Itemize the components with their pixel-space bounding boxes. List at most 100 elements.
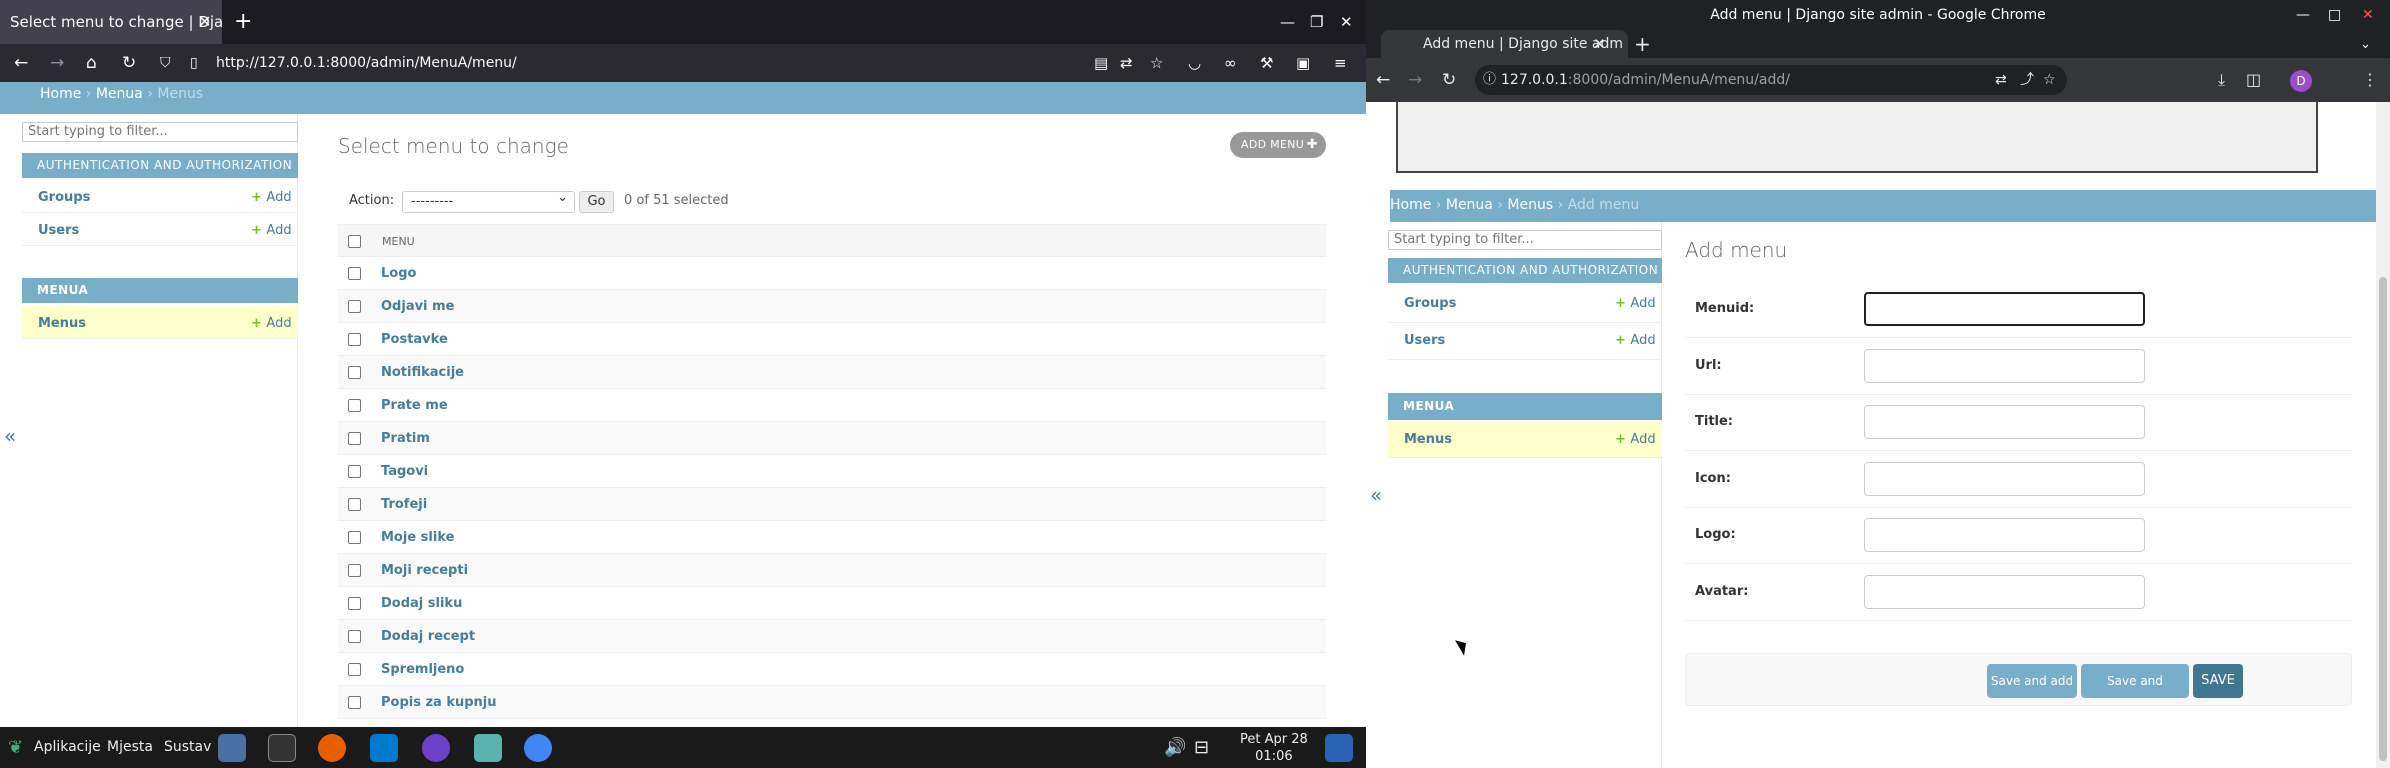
- row-checkbox[interactable]: [348, 630, 361, 643]
- reader-view-icon[interactable]: ▤: [1094, 44, 1108, 82]
- omnibox[interactable]: ⓘ 127.0.0.1:8000/admin/MenuA/menu/add/ ⇄…: [1475, 65, 2067, 95]
- row-link[interactable]: Odjavi me: [381, 299, 454, 314]
- chrome-icon[interactable]: [524, 734, 552, 762]
- shield-icon[interactable]: ⛉: [160, 44, 171, 82]
- add-menu-button[interactable]: ADD MENU ✚: [1230, 132, 1326, 158]
- breadcrumb-app[interactable]: Menua: [1446, 197, 1493, 213]
- scrollbar-thumb[interactable]: [2379, 277, 2387, 761]
- row-checkbox[interactable]: [348, 465, 361, 478]
- row-checkbox[interactable]: [348, 399, 361, 412]
- maximize-icon[interactable]: □: [2328, 0, 2341, 30]
- browser-tab-active[interactable]: Select menu to change | Djan: [0, 0, 222, 44]
- row-link[interactable]: Postavke: [381, 332, 448, 347]
- sidebar-link-menus[interactable]: Menus: [38, 316, 86, 331]
- file-manager-icon[interactable]: [218, 734, 246, 762]
- close-window-icon[interactable]: ✕: [1340, 0, 1353, 44]
- row-checkbox[interactable]: [348, 696, 361, 709]
- tab-search-icon[interactable]: ⌄: [2360, 30, 2371, 60]
- bookmark-star-icon[interactable]: ☆: [2043, 65, 2056, 95]
- wrench-icon[interactable]: ⚒: [1260, 44, 1273, 82]
- browser-tab-active[interactable]: Add menu | Django site adm: [1381, 30, 1628, 58]
- add-menus-link[interactable]: Add: [251, 316, 291, 331]
- tab-close-icon[interactable]: ✕: [198, 0, 211, 44]
- back-icon[interactable]: ←: [1376, 58, 1390, 102]
- field-input[interactable]: [1864, 518, 2145, 552]
- tab-close-icon[interactable]: ✕: [1593, 30, 1606, 58]
- minimize-icon[interactable]: —: [1280, 0, 1295, 44]
- volume-icon[interactable]: 🔊: [1164, 727, 1186, 768]
- module-caption-menua[interactable]: MENUA: [1388, 393, 1662, 420]
- row-checkbox[interactable]: [348, 531, 361, 544]
- url-text[interactable]: 127.0.0.1:8000/admin/MenuA/menu/add/: [1501, 65, 1790, 95]
- nav-filter-input[interactable]: Start typing to filter...: [22, 122, 298, 142]
- reload-icon[interactable]: ↻: [1442, 58, 1456, 102]
- module-caption-auth[interactable]: AUTHENTICATION AND AUTHORIZATION: [1388, 258, 1662, 283]
- restore-icon[interactable]: ❐: [1310, 0, 1323, 44]
- row-checkbox[interactable]: [348, 267, 361, 280]
- row-link[interactable]: Notifikacije: [381, 365, 464, 380]
- new-tab-icon[interactable]: +: [234, 0, 252, 44]
- clock[interactable]: Pet Apr 28 01:06: [1240, 731, 1308, 765]
- save-and-add-another-button[interactable]: Save and add another: [1987, 664, 2077, 722]
- module-caption-auth[interactable]: AUTHENTICATION AND AUTHORIZATION: [22, 153, 298, 178]
- forward-icon[interactable]: →: [1408, 58, 1422, 102]
- add-menus-link[interactable]: Add: [1615, 432, 1655, 447]
- breadcrumb-home[interactable]: Home: [40, 86, 81, 102]
- sidebar-link-groups[interactable]: Groups: [38, 190, 90, 205]
- translate-icon[interactable]: ⇄: [1995, 65, 2007, 95]
- breadcrumb-app[interactable]: Menua: [96, 86, 143, 102]
- minimize-icon[interactable]: —: [2296, 0, 2310, 30]
- vscode-icon[interactable]: [370, 734, 398, 762]
- field-input[interactable]: [1864, 349, 2145, 383]
- row-link[interactable]: Logo: [381, 266, 416, 281]
- add-users-link[interactable]: Add: [1615, 333, 1655, 348]
- network-icon[interactable]: ⊟: [1194, 727, 1209, 768]
- extension-mask-icon[interactable]: ∞: [1224, 44, 1237, 82]
- github-desktop-icon[interactable]: [422, 734, 450, 762]
- sidebar-collapse-button[interactable]: «: [4, 424, 16, 448]
- menu-icon[interactable]: ≡: [1334, 44, 1347, 82]
- row-link[interactable]: Spremljeno: [381, 662, 464, 677]
- close-window-icon[interactable]: ✕: [2362, 0, 2374, 30]
- reload-icon[interactable]: ↻: [122, 44, 136, 82]
- field-input[interactable]: [1864, 575, 2145, 609]
- url-bar[interactable]: http://127.0.0.1:8000/admin/MenuA/menu/: [216, 44, 517, 82]
- sidebar-link-users[interactable]: Users: [1404, 333, 1445, 348]
- row-checkbox[interactable]: [348, 498, 361, 511]
- sidebar-link-menus[interactable]: Menus: [1404, 432, 1452, 447]
- system-menu[interactable]: Sustav: [164, 727, 211, 768]
- row-link[interactable]: Dodaj recept: [381, 629, 475, 644]
- action-select[interactable]: ---------: [402, 188, 575, 213]
- row-checkbox[interactable]: [348, 432, 361, 445]
- go-button[interactable]: Go: [579, 191, 614, 213]
- site-info-icon[interactable]: ⓘ: [1483, 65, 1496, 95]
- pocket-icon[interactable]: ◡: [1188, 44, 1201, 82]
- row-checkbox[interactable]: [348, 366, 361, 379]
- row-link[interactable]: Prate me: [381, 398, 448, 413]
- translate-icon[interactable]: ⇄: [1120, 44, 1133, 82]
- breadcrumb-model[interactable]: Menus: [1507, 197, 1553, 213]
- chrome-menu-icon[interactable]: ⋮: [2362, 58, 2378, 102]
- places-menu[interactable]: Mjesta: [107, 727, 153, 768]
- profile-avatar[interactable]: D: [2290, 70, 2312, 92]
- row-checkbox[interactable]: [348, 300, 361, 313]
- nav-filter-input[interactable]: Start typing to filter...: [1388, 230, 1662, 250]
- sidebar-collapse-button[interactable]: «: [1370, 483, 1382, 507]
- field-input[interactable]: [1864, 292, 2145, 326]
- row-checkbox[interactable]: [348, 663, 361, 676]
- applications-menu[interactable]: Aplikacije: [34, 727, 101, 768]
- terminal-icon[interactable]: [268, 734, 296, 762]
- workspace-switcher-icon[interactable]: [1325, 734, 1353, 762]
- field-input[interactable]: [1864, 462, 2145, 496]
- add-users-link[interactable]: Add: [251, 223, 291, 238]
- row-link[interactable]: Moji recepti: [381, 563, 468, 578]
- select-all-checkbox[interactable]: [348, 235, 361, 248]
- new-tab-icon[interactable]: +: [1634, 30, 1651, 58]
- side-panel-icon[interactable]: ◫: [2246, 58, 2261, 102]
- sidebar-link-users[interactable]: Users: [38, 223, 79, 238]
- add-groups-link[interactable]: Add: [251, 190, 291, 205]
- row-checkbox[interactable]: [348, 333, 361, 346]
- breadcrumb-home[interactable]: Home: [1390, 197, 1431, 213]
- column-header-menu[interactable]: MENU: [382, 235, 415, 248]
- home-icon[interactable]: ⌂: [86, 44, 97, 82]
